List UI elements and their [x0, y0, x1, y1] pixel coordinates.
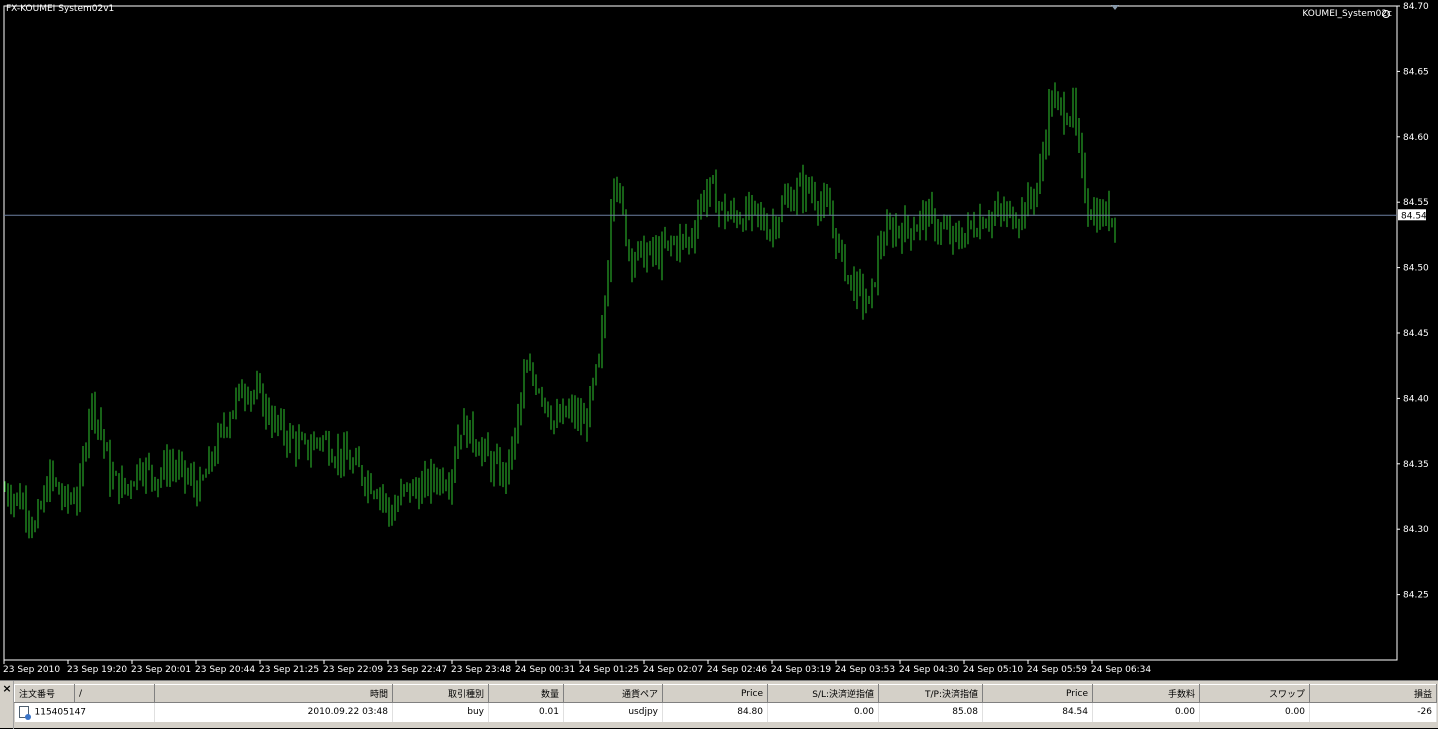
x-tick-label: 24 Sep 05:10: [963, 665, 1023, 675]
order-size: 0.01: [488, 702, 564, 722]
col-header-commission[interactable]: 手数料: [1092, 684, 1200, 703]
col-header-size[interactable]: 数量: [488, 684, 564, 703]
col-header-swap[interactable]: スワップ: [1199, 684, 1310, 703]
order-open-price: 84.80: [662, 702, 768, 722]
y-tick-label: 84.60: [1403, 133, 1429, 143]
order-id: 115405147: [34, 707, 87, 718]
x-tick-label: 23 Sep 21:25: [259, 665, 319, 675]
col-header-current-price[interactable]: Price: [982, 684, 1093, 703]
x-tick-label: 24 Sep 02:07: [643, 665, 703, 675]
y-tick-label: 84.70: [1403, 2, 1429, 12]
col-header-time[interactable]: 時間: [154, 684, 393, 703]
chart-canvas[interactable]: 84.54 84.70 84.65 84.60 84.55 84.50 84.45 84.40…: [0, 0, 1438, 680]
y-tick-label: 84.25: [1403, 591, 1429, 601]
plot-frame: [3, 5, 1398, 661]
chart-title: FX-KOUMEI System02v1: [6, 4, 115, 14]
order-swap: 0.00: [1199, 702, 1310, 722]
current-price-label: 84.54: [1401, 211, 1427, 221]
table-row[interactable]: 115405147 2010.09.22 03:48 buy 0.01 usdj…: [14, 702, 1437, 722]
y-tick-label: 84.55: [1403, 198, 1429, 208]
col-header-profit[interactable]: 損益: [1309, 684, 1437, 703]
x-tick-label: 23 Sep 19:20: [67, 665, 127, 675]
x-tick-label: 23 Sep 20:01: [131, 665, 191, 675]
x-tick-label: 24 Sep 06:34: [1091, 665, 1151, 675]
col-header-sort[interactable]: /: [74, 684, 155, 703]
x-tick-label: 23 Sep 20:44: [195, 665, 255, 675]
order-current-price: 84.54: [982, 702, 1093, 722]
order-id-cell[interactable]: 115405147: [14, 702, 155, 722]
orders-header-row: 注文番号 / 時間 取引種別 数量 通貨ペア Price S/L:決済逆指値 T…: [14, 684, 1437, 703]
x-tick-label: 23 Sep 22:09: [323, 665, 383, 675]
x-tick-label: 24 Sep 03:19: [771, 665, 831, 675]
x-tick-label: 23 Sep 23:48: [451, 665, 511, 675]
col-header-type[interactable]: 取引種別: [392, 684, 489, 703]
x-tick-label: 24 Sep 00:31: [515, 665, 575, 675]
x-tick-label: 24 Sep 05:59: [1027, 665, 1087, 675]
y-tick-label: 84.30: [1403, 525, 1429, 535]
x-tick-label: 24 Sep 04:30: [899, 665, 959, 675]
col-header-take-profit[interactable]: T/P:決済指値: [878, 684, 983, 703]
order-stop-loss: 0.00: [767, 702, 879, 722]
close-icon[interactable]: ×: [1, 683, 13, 695]
x-tick-label: 24 Sep 01:25: [579, 665, 639, 675]
price-chart[interactable]: 84.54 84.70 84.65 84.60 84.55 84.50 84.45 84.40…: [0, 0, 1438, 680]
col-header-open-price[interactable]: Price: [662, 684, 768, 703]
order-commission: 0.00: [1092, 702, 1200, 722]
order-document-icon: [18, 706, 31, 721]
col-header-stop-loss[interactable]: S/L:決済逆指値: [767, 684, 879, 703]
terminal-panel: × 注文番号 / 時間 取引種別 数量 通貨ペア Price S/L:決済逆指値…: [0, 680, 1438, 729]
order-time: 2010.09.22 03:48: [154, 702, 393, 722]
y-tick-label: 84.45: [1403, 329, 1429, 339]
x-tick-label: 23 Sep 2010: [3, 665, 60, 675]
indicator-smiley-icon: [1382, 10, 1390, 18]
col-header-order-id[interactable]: 注文番号: [14, 684, 75, 703]
y-tick-label: 84.65: [1403, 67, 1429, 77]
y-tick-label: 84.35: [1403, 460, 1429, 470]
orders-table: 注文番号 / 時間 取引種別 数量 通貨ペア Price S/L:決済逆指値 T…: [14, 684, 1437, 722]
x-tick-label: 23 Sep 22:47: [387, 665, 447, 675]
y-tick-label: 84.50: [1403, 264, 1429, 274]
order-symbol: usdjpy: [563, 702, 663, 722]
col-header-symbol[interactable]: 通貨ペア: [563, 684, 663, 703]
terminal-side-strip: ×: [0, 681, 14, 729]
order-take-profit: 85.08: [878, 702, 983, 722]
y-tick-label: 84.40: [1403, 394, 1429, 404]
x-tick-label: 24 Sep 02:46: [707, 665, 767, 675]
x-tick-label: 24 Sep 03:53: [835, 665, 895, 675]
order-profit: -26: [1309, 702, 1437, 722]
order-type: buy: [392, 702, 489, 722]
indicator-label: KOUMEI_System02c: [1302, 9, 1392, 19]
chart-shift-marker-icon[interactable]: [1111, 5, 1119, 10]
